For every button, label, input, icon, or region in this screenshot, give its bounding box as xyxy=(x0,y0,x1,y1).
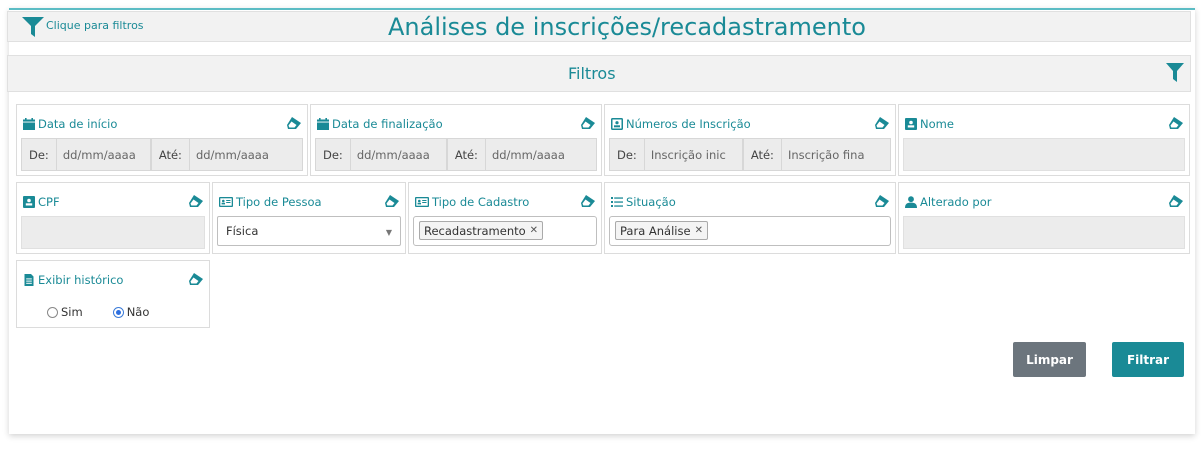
filter-label: Números de Inscrição xyxy=(626,117,751,131)
filter-tipo-pessoa: Tipo de Pessoa Física ▼ xyxy=(212,182,406,254)
id-card-icon xyxy=(219,197,233,207)
radio-circle xyxy=(47,306,58,318)
date-start-from-input[interactable]: dd/mm/aaaa xyxy=(56,138,151,171)
from-label: De: xyxy=(609,138,645,171)
id-card-icon xyxy=(23,196,35,208)
name-input[interactable] xyxy=(903,138,1185,171)
filter-label: Data de início xyxy=(38,117,118,131)
filter-button[interactable]: Filtrar xyxy=(1112,342,1184,377)
person-type-select[interactable]: Física ▼ xyxy=(217,216,401,246)
chevron-down-icon: ▼ xyxy=(385,228,392,237)
page-title: Análises de inscrições/recadastramento xyxy=(388,13,866,41)
remove-tag-icon[interactable]: ✕ xyxy=(695,225,703,236)
filter-situacao: Situação Para Análise ✕ xyxy=(604,182,896,254)
to-label: Até: xyxy=(150,138,190,171)
filter-label: Nome xyxy=(920,117,954,131)
cpf-input[interactable] xyxy=(21,216,205,249)
from-label: De: xyxy=(21,138,57,171)
funnel-icon xyxy=(22,17,44,37)
radio-nao[interactable]: Não xyxy=(112,305,150,319)
document-icon xyxy=(24,274,34,286)
person-type-selected-value: Física xyxy=(226,224,259,238)
id-card-icon xyxy=(905,118,917,130)
to-label: Até: xyxy=(446,138,486,171)
calendar-icon xyxy=(23,118,35,130)
radio-label: Não xyxy=(126,305,150,319)
filter-cpf: CPF xyxy=(16,182,210,254)
date-end-from-input[interactable]: dd/mm/aaaa xyxy=(350,138,447,171)
filter-tipo-cadastro: Tipo de Cadastro Recadastramento ✕ xyxy=(408,182,602,254)
tag-label: Para Análise xyxy=(620,223,691,238)
toggle-filters-link[interactable]: Clique para filtros xyxy=(22,17,144,37)
to-label: Até: xyxy=(742,138,782,171)
eraser-icon[interactable] xyxy=(1169,195,1183,207)
filter-label: Tipo de Pessoa xyxy=(236,195,322,209)
filter-label: Exibir histórico xyxy=(38,273,124,287)
filter-numeros-inscricao: Números de Inscrição De: Inscrição inic … xyxy=(604,104,896,176)
filter-label: Alterado por xyxy=(920,195,992,209)
eraser-icon[interactable] xyxy=(189,273,203,285)
filter-exibir-historico: Exibir histórico Sim Não xyxy=(16,260,210,328)
remove-tag-icon[interactable]: ✕ xyxy=(530,225,538,236)
selected-tag: Para Análise ✕ xyxy=(615,221,708,240)
history-radio-group: Sim Não xyxy=(47,305,179,319)
filter-data-finalizacao: Data de finalização De: dd/mm/aaaa Até: … xyxy=(310,104,602,176)
eraser-icon[interactable] xyxy=(875,195,889,207)
filter-label: Data de finalização xyxy=(332,117,443,131)
filter-data-inicio: Data de início De: dd/mm/aaaa Até: dd/mm… xyxy=(16,104,308,176)
selected-tag: Recadastramento ✕ xyxy=(419,221,544,240)
filters-section-title: Filtros xyxy=(568,64,616,83)
id-card-icon xyxy=(415,197,429,207)
radio-circle-selected xyxy=(112,306,124,318)
filters-section-header: Filtros xyxy=(7,55,1191,92)
eraser-icon[interactable] xyxy=(875,117,889,129)
id-card-icon xyxy=(611,118,623,130)
changed-by-input[interactable] xyxy=(903,216,1185,249)
toggle-filters-label: Clique para filtros xyxy=(46,19,144,32)
eraser-icon[interactable] xyxy=(189,195,203,207)
radio-label: Sim xyxy=(61,305,83,319)
filter-label: Tipo de Cadastro xyxy=(432,195,530,209)
eraser-icon[interactable] xyxy=(287,117,301,129)
clear-button[interactable]: Limpar xyxy=(1013,342,1086,377)
filter-label: Situação xyxy=(626,195,676,209)
filter-nome: Nome xyxy=(898,104,1190,176)
date-end-to-input[interactable]: dd/mm/aaaa xyxy=(485,138,597,171)
eraser-icon[interactable] xyxy=(1169,117,1183,129)
header-bar: Clique para filtros Análises de inscriçõ… xyxy=(7,11,1191,42)
eraser-icon[interactable] xyxy=(581,117,595,129)
funnel-icon[interactable] xyxy=(1166,63,1184,83)
user-icon xyxy=(905,196,917,208)
tag-label: Recadastramento xyxy=(424,223,526,238)
status-multiselect[interactable]: Para Análise ✕ xyxy=(609,216,891,246)
registration-from-input[interactable]: Inscrição inic xyxy=(644,138,743,171)
registration-to-input[interactable]: Inscrição fina xyxy=(781,138,891,171)
calendar-icon xyxy=(317,118,329,130)
filter-label: CPF xyxy=(38,195,60,209)
radio-sim[interactable]: Sim xyxy=(47,305,83,319)
eraser-icon[interactable] xyxy=(385,195,399,207)
filter-alterado-por: Alterado por xyxy=(898,182,1190,254)
from-label: De: xyxy=(315,138,351,171)
eraser-icon[interactable] xyxy=(581,195,595,207)
date-start-to-input[interactable]: dd/mm/aaaa xyxy=(189,138,303,171)
registration-type-multiselect[interactable]: Recadastramento ✕ xyxy=(413,216,597,246)
list-icon xyxy=(611,197,623,207)
